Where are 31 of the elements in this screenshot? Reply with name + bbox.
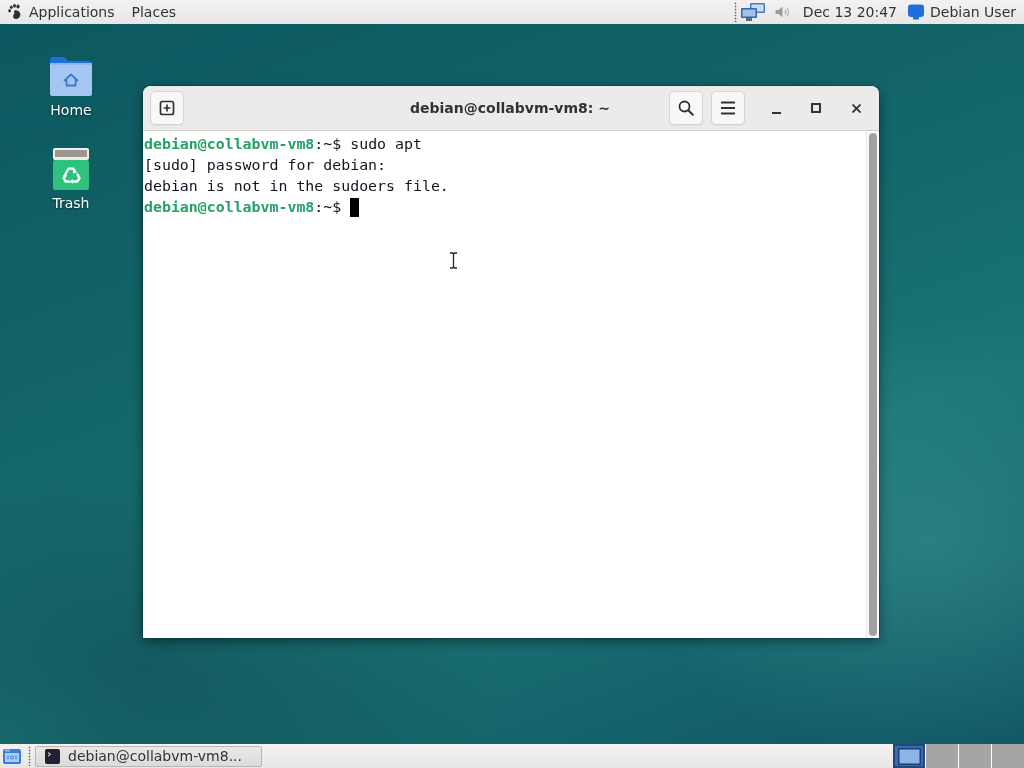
i-beam-pointer-icon: [449, 252, 458, 269]
plus-square-icon: [159, 100, 175, 116]
drag-handle-icon[interactable]: [28, 746, 31, 766]
drag-handle-icon[interactable]: [733, 2, 737, 22]
applications-menu[interactable]: Applications: [7, 2, 115, 22]
menu-icon: [720, 101, 736, 115]
network-monitors-icon[interactable]: [740, 3, 765, 21]
desktop-shortcut[interactable]: Trash: [31, 148, 111, 212]
minimize-icon: [771, 112, 781, 114]
terminal-line: [sudo] password for debian:: [144, 155, 387, 176]
new-tab-button[interactable]: [150, 91, 184, 125]
terminal-line: debian@collabvm-vm8:~$: [144, 197, 342, 218]
window-title: debian@collabvm-vm8: ~: [410, 98, 610, 118]
maximize-icon: [811, 103, 821, 113]
search-button[interactable]: [669, 91, 703, 125]
search-icon: [678, 100, 694, 116]
clock[interactable]: Dec 13 20:47: [802, 2, 897, 22]
user-menu[interactable]: Debian User: [908, 2, 1016, 22]
foot-icon: [7, 4, 23, 20]
scrollbar-thumb[interactable]: [869, 133, 877, 636]
close-icon: [851, 103, 861, 113]
terminal-line: debian is not in the sudoers file.: [144, 176, 449, 197]
places-menu[interactable]: Places: [131, 2, 177, 22]
show-desktop-icon[interactable]: [3, 747, 21, 765]
monitor-icon: [908, 4, 924, 20]
terminal-icon: [45, 748, 60, 764]
menu-button[interactable]: [711, 91, 745, 125]
desktop-shortcut[interactable]: Home: [31, 53, 111, 119]
trash-icon: [53, 148, 89, 190]
terminal-line: debian@collabvm-vm8:~$ sudo apt: [144, 134, 422, 155]
task-button[interactable]: debian@collabvm-vm8...: [35, 745, 262, 767]
